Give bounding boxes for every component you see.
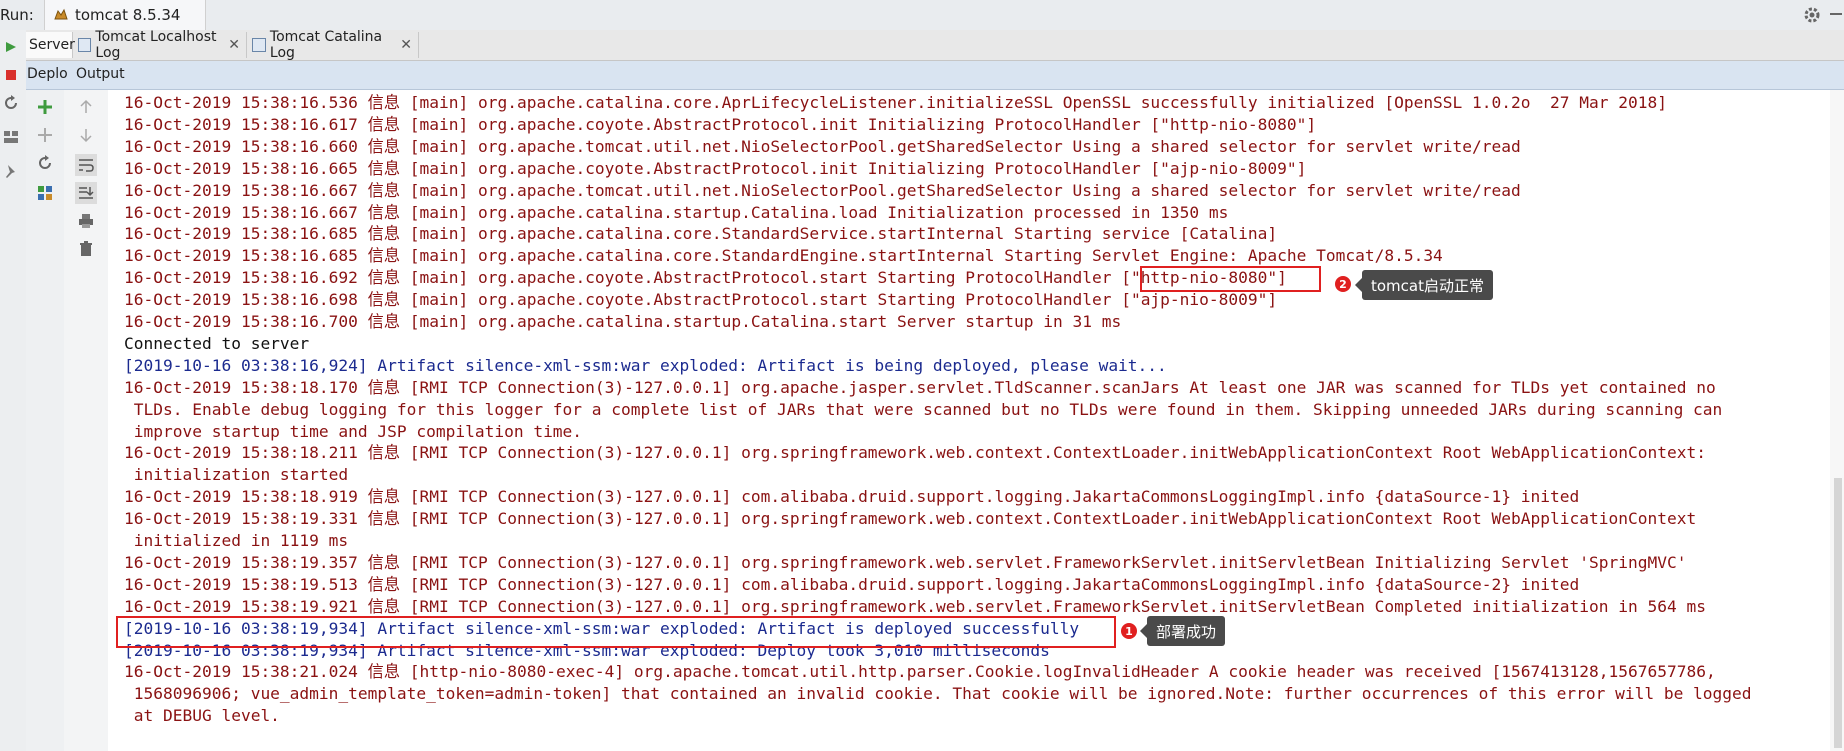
log-line: 16-Oct-2019 15:38:16.617 信息 [main] org.a… (124, 114, 1317, 134)
log-line: initialization started (124, 465, 349, 485)
tomcat-icon (53, 7, 69, 23)
log-line: 16-Oct-2019 15:38:16.667 信息 [main] org.a… (124, 202, 1229, 222)
close-icon[interactable]: ✕ (400, 37, 412, 53)
log-icon (78, 38, 92, 52)
annotation-tomcat-started: tomcat启动正常 (1355, 270, 1493, 300)
tab-deployment[interactable]: Deplo (27, 66, 68, 82)
close-icon[interactable]: ✕ (228, 37, 240, 53)
log-line: 16-Oct-2019 15:38:19.331 信息 [RMI TCP Con… (124, 509, 1697, 529)
log-line: 16-Oct-2019 15:38:18.170 信息 [RMI TCP Con… (124, 377, 1716, 397)
tab-output[interactable]: Output (76, 66, 125, 82)
log-line: 16-Oct-2019 15:38:18.211 信息 [RMI TCP Con… (124, 443, 1706, 463)
up-arrow-icon[interactable] (77, 98, 95, 116)
annotation-badge: 2 (1335, 276, 1351, 292)
tab-tomcat-localhost-log[interactable]: Tomcat Localhost Log ✕ (74, 29, 247, 61)
panel-header: Deplo Output (26, 61, 1844, 90)
scroll-to-end-icon[interactable] (75, 182, 97, 204)
deployment-toolbar (26, 90, 65, 751)
highlight-deployed-successfully (116, 616, 1116, 648)
tab-label: Tomcat Localhost Log (95, 29, 217, 61)
highlight-http-nio-8080 (1140, 266, 1321, 292)
log-line: [2019-10-16 03:38:16,924] Artifact silen… (124, 355, 1167, 375)
log-line: 16-Oct-2019 15:38:16.700 信息 [main] org.a… (124, 312, 1122, 331)
log-line: initialized in 1119 ms (124, 531, 349, 550)
log-line: 16-Oct-2019 15:38:19.357 信息 [RMI TCP Con… (124, 552, 1687, 572)
log-line: Connected to server (124, 333, 310, 353)
log-line: 16-Oct-2019 15:38:16.685 信息 [main] org.a… (124, 224, 1278, 244)
run-toolbar: Run: tomcat 8.5.34 (0, 0, 1844, 31)
log-line: 16-Oct-2019 15:38:16.692 信息 [main] org.a… (124, 268, 1287, 288)
annotation-deploy-success: 部署成功 (1139, 616, 1226, 646)
log-line: 1568096906; vue_admin_template_token=adm… (124, 684, 1752, 704)
tab-label: Server (29, 37, 75, 53)
run-side-toolbar (0, 30, 27, 751)
minimize-icon[interactable] (1830, 13, 1842, 15)
layout-icon[interactable] (2, 128, 20, 146)
log-line: 16-Oct-2019 15:38:16.665 信息 [main] org.a… (124, 158, 1307, 178)
refresh-icon[interactable] (36, 154, 54, 172)
log-line: 16-Oct-2019 15:38:19.513 信息 [RMI TCP Con… (124, 574, 1580, 594)
artifacts-icon[interactable] (36, 184, 54, 202)
log-icon (252, 38, 266, 52)
update-icon[interactable] (2, 94, 20, 112)
tab-tomcat-catalina-log[interactable]: Tomcat Catalina Log ✕ (248, 29, 419, 61)
log-line: TLDs. Enable debug logging for this logg… (124, 399, 1723, 419)
log-line: 16-Oct-2019 15:38:16.667 信息 [main] org.a… (124, 180, 1521, 200)
scrollbar-thumb[interactable] (1834, 478, 1842, 748)
log-line: 16-Oct-2019 15:38:18.919 信息 [RMI TCP Con… (124, 487, 1580, 507)
tab-server[interactable]: Server (26, 32, 75, 58)
console-toolbar (64, 90, 109, 751)
trash-icon[interactable] (77, 240, 95, 258)
undeploy-icon[interactable] (36, 126, 54, 144)
run-config-tab[interactable]: tomcat 8.5.34 (44, 0, 206, 30)
server-tabs: Server Tomcat Localhost Log ✕ Tomcat Cat… (26, 29, 1844, 61)
log-line: at DEBUG level. (124, 706, 280, 726)
console-scrollbar[interactable] (1830, 90, 1844, 751)
rerun-icon[interactable] (2, 38, 20, 56)
deploy-icon[interactable] (36, 98, 54, 116)
log-line: 16-Oct-2019 15:38:16.660 信息 [main] org.a… (124, 136, 1521, 156)
pin-icon[interactable] (2, 162, 20, 180)
soft-wrap-icon[interactable] (75, 154, 97, 176)
log-line: 16-Oct-2019 15:38:16.698 信息 [main] org.a… (124, 290, 1278, 310)
run-config-title: tomcat 8.5.34 (75, 6, 181, 24)
log-line: 16-Oct-2019 15:38:19.921 信息 [RMI TCP Con… (124, 596, 1706, 616)
gear-icon[interactable] (1802, 5, 1822, 25)
log-line: 16-Oct-2019 15:38:16.685 信息 [main] org.a… (124, 246, 1443, 266)
annotation-badge: 1 (1121, 623, 1137, 639)
console-output[interactable]: 16-Oct-2019 15:38:16.536 信息 [main] org.a… (108, 90, 1844, 751)
log-line: improve startup time and JSP compilation… (124, 421, 583, 441)
stop-icon[interactable] (2, 66, 20, 84)
down-arrow-icon[interactable] (77, 126, 95, 144)
tab-label: Tomcat Catalina Log (269, 29, 383, 61)
log-line: 16-Oct-2019 15:38:16.536 信息 [main] org.a… (124, 93, 1667, 112)
run-label: Run: (0, 6, 34, 24)
print-icon[interactable] (77, 212, 95, 230)
log-line: 16-Oct-2019 15:38:21.024 信息 [http-nio-80… (124, 662, 1716, 682)
